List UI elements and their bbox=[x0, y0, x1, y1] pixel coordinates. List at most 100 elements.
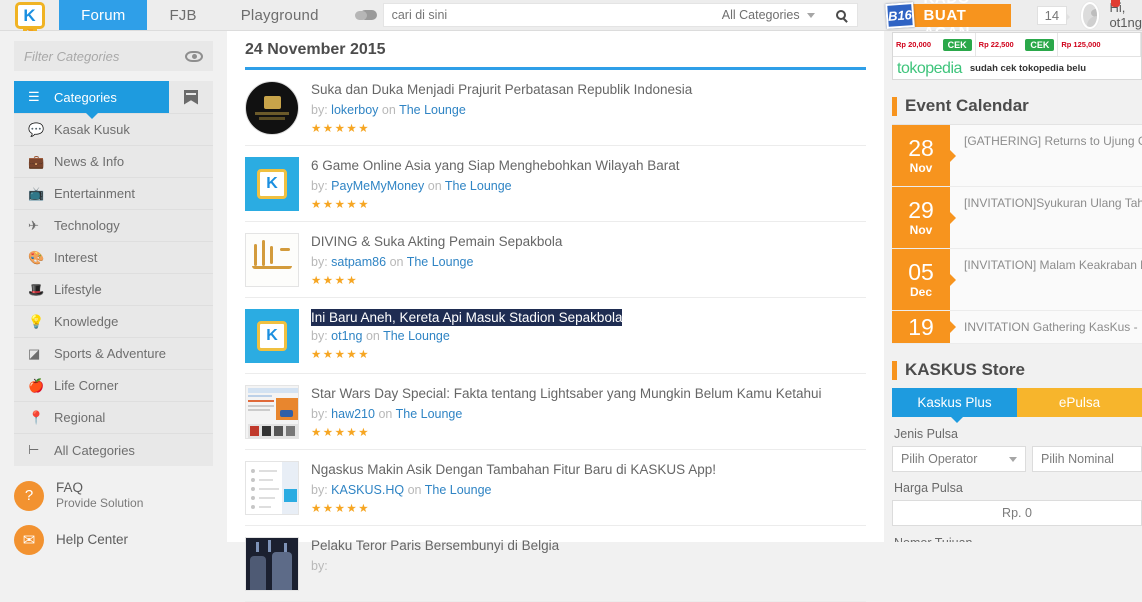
event-calendar-header: Event Calendar bbox=[892, 96, 1142, 116]
sidebar-item-interest[interactable]: 🎨 Interest bbox=[14, 242, 213, 274]
ad-cell[interactable]: Rp 125,000 bbox=[1058, 33, 1141, 56]
event-text[interactable]: INVITATION Gathering KasKus - bbox=[950, 311, 1142, 343]
sidebar-item-label: Regional bbox=[54, 410, 106, 425]
list-item[interactable]: 19 INVITATION Gathering KasKus - bbox=[892, 311, 1142, 344]
thread-byline: by: ot1ng on The Lounge bbox=[311, 327, 622, 345]
table-row[interactable]: Star Wars Day Special: Fakta tentang Lig… bbox=[245, 374, 866, 450]
sidebar-item-life-corner[interactable]: 🍎 Life Corner bbox=[14, 370, 213, 402]
tab-epulsa[interactable]: ePulsa bbox=[1017, 388, 1142, 417]
thread-byline: by: bbox=[311, 557, 559, 575]
thread-forum[interactable]: The Lounge bbox=[425, 483, 492, 497]
thread-thumbnail[interactable] bbox=[245, 461, 299, 515]
thread-title[interactable]: Ngaskus Makin Asik Dengan Tambahan Fitur… bbox=[311, 461, 716, 479]
thread-title[interactable]: Star Wars Day Special: Fakta tentang Lig… bbox=[311, 385, 822, 403]
thread-author[interactable]: satpam86 bbox=[331, 255, 386, 269]
palette-icon: 🎨 bbox=[28, 249, 45, 265]
event-date: 29 Nov bbox=[892, 187, 956, 248]
help-center-link[interactable]: ✉ Help Center bbox=[14, 525, 213, 555]
search-category-label: All Categories bbox=[721, 8, 800, 22]
thread-thumbnail[interactable] bbox=[245, 233, 299, 287]
thread-forum[interactable]: The Lounge bbox=[399, 103, 466, 117]
tv-icon: 📺 bbox=[28, 185, 45, 201]
faq-link[interactable]: ? FAQ Provide Solution bbox=[14, 480, 213, 511]
table-row[interactable]: Suka dan Duka Menjadi Prajurit Perbatasa… bbox=[245, 70, 866, 146]
event-text[interactable]: [INVITATION] Malam Keakraban bersama Reg… bbox=[950, 249, 1142, 310]
thread-forum[interactable]: The Lounge bbox=[445, 179, 512, 193]
sidebar-item-kasak-kusuk[interactable]: 💬 Kasak Kusuk bbox=[14, 114, 213, 146]
sidebar-item-lifestyle[interactable]: 🎩 Lifestyle bbox=[14, 274, 213, 306]
tab-kaskus-plus[interactable]: Kaskus Plus bbox=[892, 388, 1017, 417]
sidebar-item-label: Life Corner bbox=[54, 378, 119, 393]
notification-count[interactable]: 14 bbox=[1036, 5, 1071, 25]
help-circle-icon: ✉ bbox=[14, 525, 44, 555]
promo-banner[interactable]: B16 KADO BUAT AGAN bbox=[884, 0, 1011, 41]
nominal-select[interactable]: Pilih Nominal bbox=[1032, 446, 1142, 472]
sidebar-item-entertainment[interactable]: 📺 Entertainment bbox=[14, 178, 213, 210]
search-category-select[interactable]: All Categories bbox=[722, 8, 825, 22]
list-item[interactable]: 29 Nov [INVITATION]Syukuran Ulang Tah Re… bbox=[892, 187, 1142, 249]
table-row[interactable]: K Ini Baru Aneh, Kereta Api Masuk Stadio… bbox=[245, 298, 866, 374]
thread-title[interactable]: Pelaku Teror Paris Bersembunyi di Belgia bbox=[311, 537, 559, 555]
ad-cell[interactable]: Rp 22,500 CEK bbox=[976, 33, 1059, 56]
filter-categories-field[interactable]: Filter Categories bbox=[14, 41, 213, 71]
thread-forum[interactable]: The Lounge bbox=[383, 329, 450, 343]
thread-thumbnail[interactable]: K bbox=[245, 157, 299, 211]
table-row[interactable]: DIVING & Suka Akting Pemain Sepakbola by… bbox=[245, 222, 866, 298]
thread-author[interactable]: haw210 bbox=[331, 407, 375, 421]
thread-thumbnail[interactable] bbox=[245, 537, 299, 591]
section-accent-bar bbox=[892, 360, 897, 380]
table-row[interactable]: Ngaskus Makin Asik Dengan Tambahan Fitur… bbox=[245, 450, 866, 526]
thread-author[interactable]: ot1ng bbox=[331, 329, 362, 343]
sidebar-item-regional[interactable]: 📍 Regional bbox=[14, 402, 213, 434]
store-tabs: Kaskus Plus ePulsa bbox=[892, 388, 1142, 423]
bookmark-button[interactable] bbox=[169, 81, 213, 113]
section-accent-bar bbox=[892, 96, 897, 116]
nomor-tujuan-label: Nomor Tujuan bbox=[894, 536, 1142, 542]
thread-thumbnail[interactable] bbox=[245, 81, 299, 135]
ad-tagline: sudah cek tokopedia belu bbox=[969, 63, 1087, 74]
ad-cek-button[interactable]: CEK bbox=[942, 38, 972, 51]
thread-title[interactable]: DIVING & Suka Akting Pemain Sepakbola bbox=[311, 233, 562, 251]
ad-cell[interactable]: Rp 20,000 CEK bbox=[893, 33, 976, 56]
image-search-icon[interactable] bbox=[355, 3, 383, 27]
thread-forum[interactable]: The Lounge bbox=[407, 255, 474, 269]
ad-cek-button[interactable]: CEK bbox=[1025, 38, 1055, 51]
table-row[interactable]: K 6 Game Online Asia yang Siap Mengheboh… bbox=[245, 146, 866, 222]
list-item[interactable]: 28 Nov [GATHERING] Returns to Ujung G Su… bbox=[892, 125, 1142, 187]
help-center-title: Help Center bbox=[56, 532, 129, 547]
nav-tab-fjb[interactable]: FJB bbox=[147, 0, 218, 30]
event-text[interactable]: [INVITATION]Syukuran Ulang Tah Regional … bbox=[950, 187, 1142, 248]
thread-author[interactable]: KASKUS.HQ bbox=[331, 483, 404, 497]
thread-thumbnail[interactable]: K bbox=[245, 309, 299, 363]
thread-author[interactable]: PayMeMyMoney bbox=[331, 179, 424, 193]
nav-tab-fjb-label: FJB bbox=[169, 6, 197, 24]
advertisement-banner[interactable]: Rp 20,000 CEK Rp 22,500 CEK Rp 125,000 t… bbox=[892, 32, 1142, 80]
thread-rating: ★★★★ bbox=[311, 275, 359, 287]
sidebar-item-knowledge[interactable]: 💡 Knowledge bbox=[14, 306, 213, 338]
sidebar-item-all-categories[interactable]: ⊢ All Categories bbox=[14, 434, 213, 466]
thread-thumbnail[interactable] bbox=[245, 385, 299, 439]
event-text[interactable]: [GATHERING] Returns to Ujung G Sukabumi … bbox=[950, 125, 1142, 186]
event-month: Nov bbox=[909, 222, 933, 237]
thread-title[interactable]: 6 Game Online Asia yang Siap Menghebohka… bbox=[311, 157, 679, 175]
thread-author[interactable]: lokerboy bbox=[331, 103, 378, 117]
thread-title[interactable]: Ini Baru Aneh, Kereta Api Masuk Stadion … bbox=[311, 309, 623, 326]
thread-title[interactable]: Suka dan Duka Menjadi Prajurit Perbatasa… bbox=[311, 81, 692, 99]
search-button[interactable] bbox=[825, 3, 857, 27]
thread-forum[interactable]: The Lounge bbox=[396, 407, 463, 421]
ad-price: Rp 22,500 bbox=[978, 40, 1014, 49]
sidebar-item-technology[interactable]: ✈ Technology bbox=[14, 210, 213, 242]
table-row[interactable]: Pelaku Teror Paris Bersembunyi di Belgia… bbox=[245, 526, 866, 602]
search-input[interactable] bbox=[383, 4, 722, 26]
operator-select[interactable]: Pilih Operator bbox=[892, 446, 1026, 472]
avatar[interactable] bbox=[1081, 1, 1100, 29]
list-item[interactable]: 05 Dec [INVITATION] Malam Keakraban bers… bbox=[892, 249, 1142, 311]
nav-tab-forum[interactable]: Forum bbox=[59, 0, 148, 30]
eye-icon[interactable] bbox=[185, 50, 203, 62]
sidebar-item-categories[interactable]: ☰ Categories bbox=[14, 81, 169, 119]
nav-tab-playground[interactable]: Playground bbox=[219, 0, 341, 30]
sidebar-item-sports-adventure[interactable]: ◪ Sports & Adventure bbox=[14, 338, 213, 370]
kaskus-logo[interactable]: K bbox=[0, 0, 59, 39]
sidebar-item-news-info[interactable]: 💼 News & Info bbox=[14, 146, 213, 178]
on-label: on bbox=[365, 329, 380, 343]
